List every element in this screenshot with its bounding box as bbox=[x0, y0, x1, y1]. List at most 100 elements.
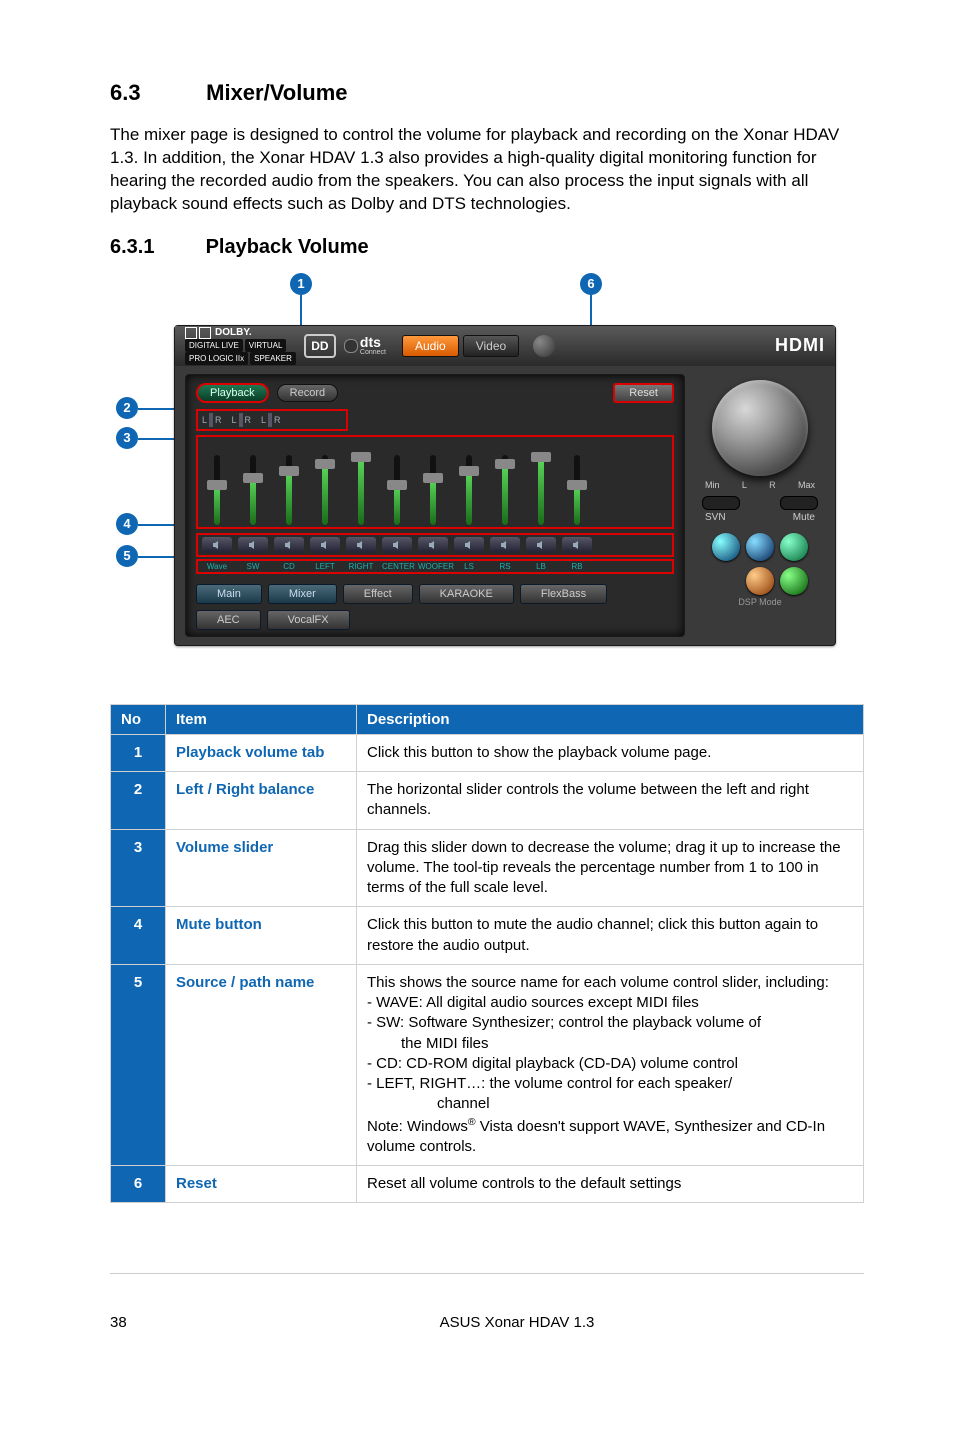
volume-sliders-row bbox=[196, 435, 674, 529]
volume-slider[interactable] bbox=[346, 441, 376, 525]
row-number: 5 bbox=[111, 964, 166, 1165]
row-number: 4 bbox=[111, 907, 166, 965]
tab-karaoke[interactable]: KARAOKE bbox=[419, 584, 514, 604]
row-description: Drag this slider down to decrease the vo… bbox=[357, 829, 864, 907]
mute-button[interactable] bbox=[310, 537, 340, 553]
mixer-panel: Playback Record Reset L R L bbox=[185, 374, 685, 637]
table-row: 4Mute buttonClick this button to mute th… bbox=[111, 907, 864, 965]
mute-button[interactable] bbox=[562, 537, 592, 553]
knob-max-label: Max bbox=[798, 480, 815, 490]
row-description: This shows the source name for each volu… bbox=[357, 964, 864, 1165]
mute-button[interactable] bbox=[274, 537, 304, 553]
volume-slider[interactable] bbox=[562, 441, 592, 525]
mute-button[interactable] bbox=[382, 537, 412, 553]
tab-aec[interactable]: AEC bbox=[196, 610, 261, 630]
balance-sliders: L R L R L R bbox=[196, 409, 348, 431]
mute-button[interactable] bbox=[418, 537, 448, 553]
row-item: Left / Right balance bbox=[166, 772, 357, 830]
volume-slider[interactable] bbox=[490, 441, 520, 525]
row-item: Volume slider bbox=[166, 829, 357, 907]
dsp-mode-orb[interactable] bbox=[746, 533, 774, 561]
dsp-mode-orb[interactable] bbox=[780, 533, 808, 561]
table-row: 6ResetReset all volume controls to the d… bbox=[111, 1166, 864, 1203]
balance-label: L bbox=[202, 415, 207, 425]
volume-slider[interactable] bbox=[238, 441, 268, 525]
source-names-row: WaveSWCDLEFTRIGHTCENTERWOOFERLSRSLBRB bbox=[196, 559, 674, 574]
window-header: DOLBY. DIGITAL LIVE VIRTUAL PRO LOGIC II… bbox=[175, 326, 835, 366]
dts-badge: dts Connect bbox=[344, 335, 386, 356]
balance-track bbox=[239, 413, 243, 427]
balance-label: L bbox=[261, 415, 266, 425]
balance-control[interactable]: L R bbox=[202, 413, 222, 427]
intro-paragraph: The mixer page is designed to control th… bbox=[110, 124, 864, 216]
speaker-icon bbox=[464, 540, 474, 550]
balance-track bbox=[268, 413, 272, 427]
volume-slider[interactable] bbox=[274, 441, 304, 525]
section-number: 6.3 bbox=[110, 80, 200, 106]
page-footer: 38 ASUS Xonar HDAV 1.3 bbox=[110, 1274, 864, 1331]
section-heading: 6.3 Mixer/Volume bbox=[110, 80, 864, 106]
subsection-title-text: Playback Volume bbox=[206, 236, 369, 258]
svn-meter bbox=[702, 496, 740, 510]
mute-button[interactable] bbox=[526, 537, 556, 553]
mute-button[interactable] bbox=[346, 537, 376, 553]
speaker-icon bbox=[248, 540, 258, 550]
volume-slider[interactable] bbox=[526, 441, 556, 525]
dsp-mode-orb[interactable] bbox=[780, 567, 808, 595]
balance-label: R bbox=[215, 415, 222, 425]
badge-digital-live: DIGITAL LIVE bbox=[185, 339, 243, 352]
table-row: 1Playback volume tabClick this button to… bbox=[111, 734, 864, 771]
reset-button[interactable]: Reset bbox=[613, 383, 674, 403]
badge-speaker: SPEAKER bbox=[250, 352, 296, 365]
tab-effect[interactable]: Effect bbox=[343, 584, 413, 604]
speaker-icon bbox=[356, 540, 366, 550]
balance-label: R bbox=[274, 415, 281, 425]
volume-slider[interactable] bbox=[202, 441, 232, 525]
table-row: 3Volume sliderDrag this slider down to d… bbox=[111, 829, 864, 907]
mute-button[interactable] bbox=[238, 537, 268, 553]
mute-meter bbox=[780, 496, 818, 510]
tab-mixer[interactable]: Mixer bbox=[268, 584, 337, 604]
dsp-mode-orb[interactable] bbox=[746, 567, 774, 595]
row-item: Playback volume tab bbox=[166, 734, 357, 771]
volume-slider[interactable] bbox=[310, 441, 340, 525]
mute-button[interactable] bbox=[202, 537, 232, 553]
col-no: No bbox=[111, 704, 166, 734]
speaker-icon bbox=[320, 540, 330, 550]
video-tab-button[interactable]: Video bbox=[463, 335, 519, 357]
callout-1: 1 bbox=[290, 273, 312, 295]
audio-tab-button[interactable]: Audio bbox=[402, 335, 459, 357]
dolby-icon bbox=[199, 327, 211, 339]
balance-control[interactable]: L R bbox=[261, 413, 281, 427]
col-item: Item bbox=[166, 704, 357, 734]
dolby-label: DOLBY. bbox=[215, 327, 252, 338]
subsection-number: 6.3.1 bbox=[110, 236, 200, 259]
section-title-text: Mixer/Volume bbox=[206, 80, 347, 105]
tab-vocalfx[interactable]: VocalFX bbox=[267, 610, 350, 630]
master-volume-knob[interactable] bbox=[712, 380, 808, 476]
volume-slider[interactable] bbox=[454, 441, 484, 525]
volume-slider[interactable] bbox=[382, 441, 412, 525]
source-name-label: CD bbox=[274, 562, 304, 571]
balance-control[interactable]: L R bbox=[232, 413, 252, 427]
callout-3: 3 bbox=[116, 427, 138, 449]
balance-track bbox=[209, 413, 213, 427]
settings-orb-icon[interactable] bbox=[533, 335, 555, 357]
mute-button[interactable] bbox=[454, 537, 484, 553]
source-name-label: LB bbox=[526, 562, 556, 571]
mute-buttons-row bbox=[196, 533, 674, 557]
tab-main[interactable]: Main bbox=[196, 584, 262, 604]
balance-label: R bbox=[245, 415, 252, 425]
subsection-heading: 6.3.1 Playback Volume bbox=[110, 236, 864, 259]
mute-button[interactable] bbox=[490, 537, 520, 553]
description-table: No Item Description 1Playback volume tab… bbox=[110, 704, 864, 1204]
dolby-block: DOLBY. DIGITAL LIVE VIRTUAL PRO LOGIC II… bbox=[185, 327, 296, 365]
record-tab[interactable]: Record bbox=[277, 384, 338, 402]
dsp-mode-orb[interactable] bbox=[712, 533, 740, 561]
speaker-icon bbox=[392, 540, 402, 550]
tab-flexbass[interactable]: FlexBass bbox=[520, 584, 607, 604]
speaker-icon bbox=[212, 540, 222, 550]
playback-tab[interactable]: Playback bbox=[196, 383, 269, 403]
source-name-label: WOOFER bbox=[418, 562, 448, 571]
volume-slider[interactable] bbox=[418, 441, 448, 525]
